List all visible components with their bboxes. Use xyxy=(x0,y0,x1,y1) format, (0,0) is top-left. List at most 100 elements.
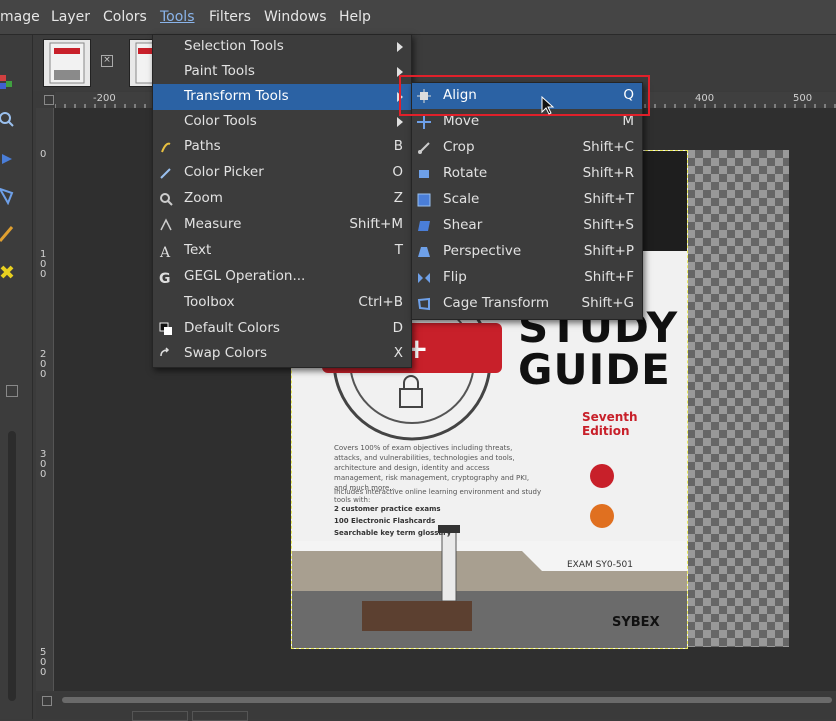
menu-item-label: Scale xyxy=(443,191,480,207)
ruler-label: 500 xyxy=(793,93,813,104)
move-tool-icon[interactable] xyxy=(0,150,18,168)
menu-item-label: Paint Tools xyxy=(184,63,255,79)
menu-item-label: Flip xyxy=(443,269,467,285)
panel-toggle-icon[interactable] xyxy=(6,385,18,397)
navigate-icon[interactable] xyxy=(42,696,52,706)
tools-menu-item-transform-tools[interactable]: Transform Tools xyxy=(153,84,411,110)
move-icon xyxy=(417,115,431,129)
menu-item-shortcut: Shift+S xyxy=(583,217,634,233)
menu-item-shortcut: D xyxy=(392,320,403,336)
menu-item-label: Perspective xyxy=(443,243,522,259)
tools-menu-item-gegl-operation[interactable]: G GEGL Operation... xyxy=(153,264,411,290)
menu-layer[interactable]: Layer xyxy=(51,9,90,25)
menu-item-label: Selection Tools xyxy=(184,38,284,54)
zoom-tool-icon[interactable] xyxy=(0,110,18,128)
tools-menu-item-default-colors[interactable]: Default Colors D xyxy=(153,316,411,342)
menu-image[interactable]: mage xyxy=(0,9,40,25)
cover-bullets: 2 customer practice exams 100 Electronic… xyxy=(334,503,451,539)
menu-tools[interactable]: Tools xyxy=(160,9,195,25)
tools-menu-item-paint-tools[interactable]: Paint Tools xyxy=(153,59,411,85)
paths-icon xyxy=(159,140,173,154)
default-colors-icon xyxy=(159,322,173,336)
zoom-selector[interactable] xyxy=(192,711,248,721)
cage-transform-icon xyxy=(417,297,431,311)
menu-item-shortcut: Shift+M xyxy=(349,216,403,232)
ruler-label: 500 xyxy=(40,647,47,678)
menu-item-shortcut: Shift+F xyxy=(584,269,634,285)
menu-filters[interactable]: Filters xyxy=(209,9,251,25)
menu-colors[interactable]: Colors xyxy=(103,9,147,25)
text-icon: A xyxy=(159,244,173,261)
mouse-cursor-icon xyxy=(541,96,555,115)
menu-item-label: Swap Colors xyxy=(184,345,268,361)
smudge-tool-icon[interactable] xyxy=(0,263,18,281)
cover-blurb: Covers 100% of exam objectives including… xyxy=(334,444,530,492)
perspective-icon xyxy=(417,245,431,259)
annotation-highlight-box xyxy=(399,75,650,116)
shear-icon xyxy=(417,219,431,233)
rotate-icon xyxy=(417,167,431,181)
menu-item-shortcut: Shift+R xyxy=(582,165,634,181)
ruler-label: 300 xyxy=(40,449,47,480)
menu-item-label: Text xyxy=(184,242,212,258)
menu-help[interactable]: Help xyxy=(339,9,371,25)
menu-item-label: Default Colors xyxy=(184,320,280,336)
menu-windows[interactable]: Windows xyxy=(264,9,327,25)
zoom-icon xyxy=(159,192,173,206)
transform-menu-item-flip[interactable]: Flip Shift+F xyxy=(412,265,642,291)
crop-icon xyxy=(417,141,431,155)
menu-item-shortcut: Shift+P xyxy=(583,243,634,259)
transform-menu-item-cage-transform[interactable]: Cage Transform Shift+G xyxy=(412,291,642,317)
toolbox-panel xyxy=(0,35,33,719)
transform-menu-item-rotate[interactable]: Rotate Shift+R xyxy=(412,161,642,187)
transform-menu-item-perspective[interactable]: Perspective Shift+P xyxy=(412,239,642,265)
tools-menu-item-swap-colors[interactable]: Swap Colors X xyxy=(153,341,411,367)
ruler-label: 100 xyxy=(40,249,47,280)
menu-item-shortcut: T xyxy=(394,242,403,258)
menu-item-label: Rotate xyxy=(443,165,488,181)
ruler-label: 400 xyxy=(695,93,715,104)
horizontal-scrollbar[interactable] xyxy=(62,697,832,703)
toolbox-scrollbar[interactable] xyxy=(8,431,16,701)
fuzzy-select-tool-icon[interactable] xyxy=(0,73,18,91)
transform-tool-icon[interactable] xyxy=(0,187,18,206)
cover-edition: Seventh Edition xyxy=(582,410,638,438)
status-bar xyxy=(36,709,836,721)
transform-menu-item-shear[interactable]: Shear Shift+S xyxy=(412,213,642,239)
image-thumbnail-1[interactable] xyxy=(43,39,91,87)
scale-icon xyxy=(417,193,431,207)
cover-includes: Includes interactive online learning env… xyxy=(334,488,542,504)
menu-item-label: Crop xyxy=(443,139,475,155)
tools-menu-item-toolbox[interactable]: Toolbox Ctrl+B xyxy=(153,290,411,316)
menu-item-shortcut: Shift+T xyxy=(583,191,634,207)
menu-item-shortcut: Shift+C xyxy=(582,139,634,155)
tools-menu-item-color-picker[interactable]: Color Picker O xyxy=(153,160,411,186)
quick-mask-toggle[interactable] xyxy=(44,95,54,105)
transform-menu-item-scale[interactable]: Scale Shift+T xyxy=(412,187,642,213)
cover-bullet: Searchable key term glossary xyxy=(334,529,452,537)
menu-item-shortcut: Z xyxy=(393,190,403,206)
paint-tool-icon[interactable] xyxy=(0,225,18,243)
close-tab-icon[interactable]: × xyxy=(101,55,113,67)
tools-menu-item-measure[interactable]: Measure Shift+M xyxy=(153,212,411,238)
flip-icon xyxy=(417,271,431,285)
tools-menu-item-text[interactable]: A Text T xyxy=(153,238,411,264)
menu-item-shortcut: Shift+G xyxy=(581,295,634,311)
cover-exam: EXAM SY0-501 xyxy=(567,560,633,570)
gegl-icon: G xyxy=(159,270,173,287)
menu-item-label: Shear xyxy=(443,217,483,233)
unit-selector[interactable] xyxy=(132,711,188,721)
transform-tools-submenu: Align Q Move M Crop Shift+C Rotate Shift+R Scale… xyxy=(411,82,643,320)
transform-menu-item-crop[interactable]: Crop Shift+C xyxy=(412,135,642,161)
tools-menu-item-zoom[interactable]: Zoom Z xyxy=(153,186,411,212)
menu-item-label: Measure xyxy=(184,216,242,232)
tools-menu-item-selection-tools[interactable]: Selection Tools xyxy=(153,34,411,60)
tools-menu-item-paths[interactable]: Paths B xyxy=(153,134,411,160)
svg-text:A: A xyxy=(159,245,171,258)
menu-item-shortcut: Ctrl+B xyxy=(358,294,403,310)
ruler-label: 200 xyxy=(40,349,47,380)
cover-bullet: 2 customer practice exams xyxy=(334,505,441,513)
menu-item-label: Color Picker xyxy=(184,164,264,180)
submenu-arrow-icon xyxy=(397,117,403,127)
tools-menu-item-color-tools[interactable]: Color Tools xyxy=(153,109,411,135)
